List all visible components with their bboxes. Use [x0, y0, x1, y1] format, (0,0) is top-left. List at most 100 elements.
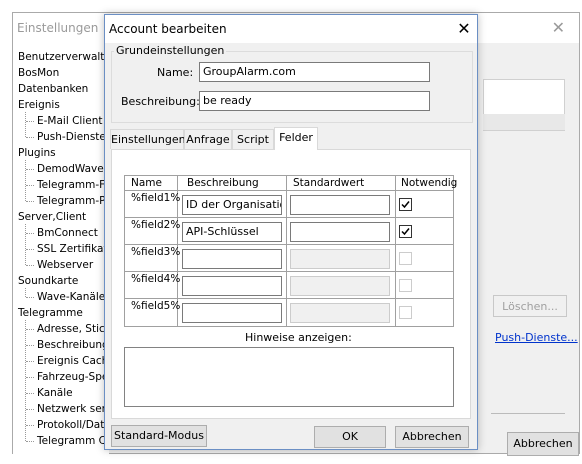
tree-root-item[interactable]: Server,Client — [18, 210, 86, 224]
tree-child-item[interactable]: Wave-Kanäle — [37, 290, 105, 304]
tree-root-item[interactable]: Benutzerverwaltung — [18, 50, 109, 64]
tab-einstellungen[interactable]: Einstellungen — [110, 129, 186, 149]
divider — [491, 413, 565, 414]
tree-root-item[interactable]: Telegramme — [18, 306, 83, 320]
group-title: Grundeinstellungen — [114, 44, 227, 57]
grid-line — [125, 190, 453, 191]
tree-child-item[interactable]: Push-Dienste — [37, 130, 106, 144]
settings-cancel-button[interactable]: Abbrechen — [507, 432, 579, 456]
column-header-description: Beschreibung — [187, 177, 259, 189]
tree-connector — [25, 224, 26, 265]
description-field[interactable]: be ready — [199, 91, 430, 111]
field-name-cell: %field4% — [131, 273, 181, 285]
tree-connector — [26, 393, 34, 394]
required-checkbox — [399, 279, 412, 292]
field-description-input[interactable] — [182, 303, 282, 323]
field-name-cell: %field2% — [131, 219, 181, 231]
tree-child-item[interactable]: Telegramm Ca — [37, 434, 109, 448]
tree-child-item[interactable]: E-Mail Client — [37, 114, 103, 128]
field-default-input[interactable] — [290, 222, 390, 242]
field-default-input[interactable] — [290, 195, 390, 215]
tree-root-item[interactable]: Plugins — [18, 146, 56, 160]
dialog-titlebar: Account bearbeiten ✕ — [105, 15, 477, 43]
tree-connector — [26, 185, 34, 186]
tree-root-item[interactable]: BosMon — [18, 66, 59, 80]
required-checkbox[interactable] — [399, 198, 412, 211]
field-name-cell: %field3% — [131, 246, 181, 258]
tree-child-item[interactable]: Kanäle — [37, 386, 73, 400]
tree-connector — [25, 320, 26, 441]
push-services-link[interactable]: Push-Dienste... — [495, 331, 578, 344]
close-icon[interactable]: ✕ — [552, 18, 565, 37]
grid-line — [125, 217, 453, 218]
tree-connector — [25, 160, 26, 201]
column-header-default: Standardwert — [293, 177, 365, 189]
field-name-cell: %field1% — [131, 192, 181, 204]
tree-child-item[interactable]: DemodWaveEx — [37, 162, 109, 176]
tree-child-item[interactable]: Netzwerk send — [37, 402, 109, 416]
required-checkbox[interactable] — [399, 225, 412, 238]
close-icon[interactable]: ✕ — [455, 19, 473, 38]
tree-child-item[interactable]: Adresse, Stich — [37, 322, 109, 336]
tree-connector — [26, 121, 34, 122]
tree-root-item[interactable]: Datenbanken — [18, 82, 88, 96]
field-name-cell: %field5% — [131, 300, 181, 312]
checkmark-icon — [401, 228, 410, 236]
settings-title: Einstellungen — [17, 21, 99, 35]
delete-button[interactable]: Löschen... — [493, 295, 567, 317]
tree-connector — [26, 329, 34, 330]
ok-button[interactable]: OK — [314, 426, 386, 448]
tree-child-item[interactable]: BmConnect — [37, 226, 98, 240]
tree-connector — [26, 361, 34, 362]
tree-child-item[interactable]: Telegramm-Po — [37, 194, 109, 208]
tree-connector — [26, 409, 34, 410]
tab-felder[interactable]: Felder — [274, 127, 318, 150]
field-description-input[interactable] — [182, 276, 282, 296]
tab-script[interactable]: Script — [232, 129, 274, 149]
column-header-name: Name — [131, 177, 162, 189]
standard-mode-button[interactable]: Standard-Modus — [111, 425, 207, 447]
tree-connector — [26, 441, 34, 442]
tree-child-item[interactable]: Protokoll/Date — [37, 418, 109, 432]
grid-line — [125, 271, 453, 272]
required-checkbox — [399, 306, 412, 319]
cancel-button[interactable]: Abbrechen — [395, 426, 469, 448]
tree-child-item[interactable]: Telegramm-Fe — [37, 178, 109, 192]
field-default-input — [290, 249, 390, 269]
dialog-title: Account bearbeiten — [109, 22, 227, 36]
description-label: Beschreibung: — [121, 95, 200, 108]
field-description-input[interactable]: ID der Organisation — [182, 195, 282, 215]
name-field[interactable]: GroupAlarm.com — [199, 62, 430, 82]
field-description-input[interactable] — [182, 249, 282, 269]
settings-tree: Benutzerverwaltung BosMon Datenbanken Ereig… — [13, 43, 109, 455]
tree-connector — [26, 345, 34, 346]
grid-line — [395, 176, 396, 326]
name-label: Name: — [157, 66, 194, 79]
field-description-input[interactable]: API-Schlüssel — [182, 222, 282, 242]
tree-child-item[interactable]: Webserver — [37, 258, 93, 272]
grid-line — [286, 176, 287, 326]
grid-line — [125, 244, 453, 245]
tree-child-item[interactable]: Ereignis Cache — [37, 354, 109, 368]
tree-connector — [26, 137, 34, 138]
push-list-selected-row[interactable] — [483, 114, 565, 130]
tree-child-item[interactable]: Fahrzeug-Spe — [37, 370, 108, 384]
column-header-required: Notwendig — [401, 177, 458, 189]
tree-connector — [26, 233, 34, 234]
tree-connector — [26, 249, 34, 250]
tab-anfrage[interactable]: Anfrage — [184, 129, 232, 149]
tree-connector — [26, 297, 34, 298]
tree-root-item[interactable]: Ereignis — [18, 98, 60, 112]
field-default-input — [290, 303, 390, 323]
tree-child-item[interactable]: Beschreibunge — [37, 338, 109, 352]
fields-grid: Name Beschreibung Standardwert Notwendig… — [124, 175, 458, 327]
tree-connector — [26, 377, 34, 378]
tree-connector — [26, 425, 34, 426]
tree-child-item[interactable]: SSL Zertifikat — [37, 242, 108, 256]
tree-root-item[interactable]: Soundkarte — [18, 274, 78, 288]
grid-line — [125, 298, 453, 299]
tree-connector — [25, 112, 26, 137]
tree-connector — [26, 265, 34, 266]
hint-textarea[interactable] — [124, 347, 454, 407]
hint-label: Hinweise anzeigen: — [245, 331, 352, 344]
